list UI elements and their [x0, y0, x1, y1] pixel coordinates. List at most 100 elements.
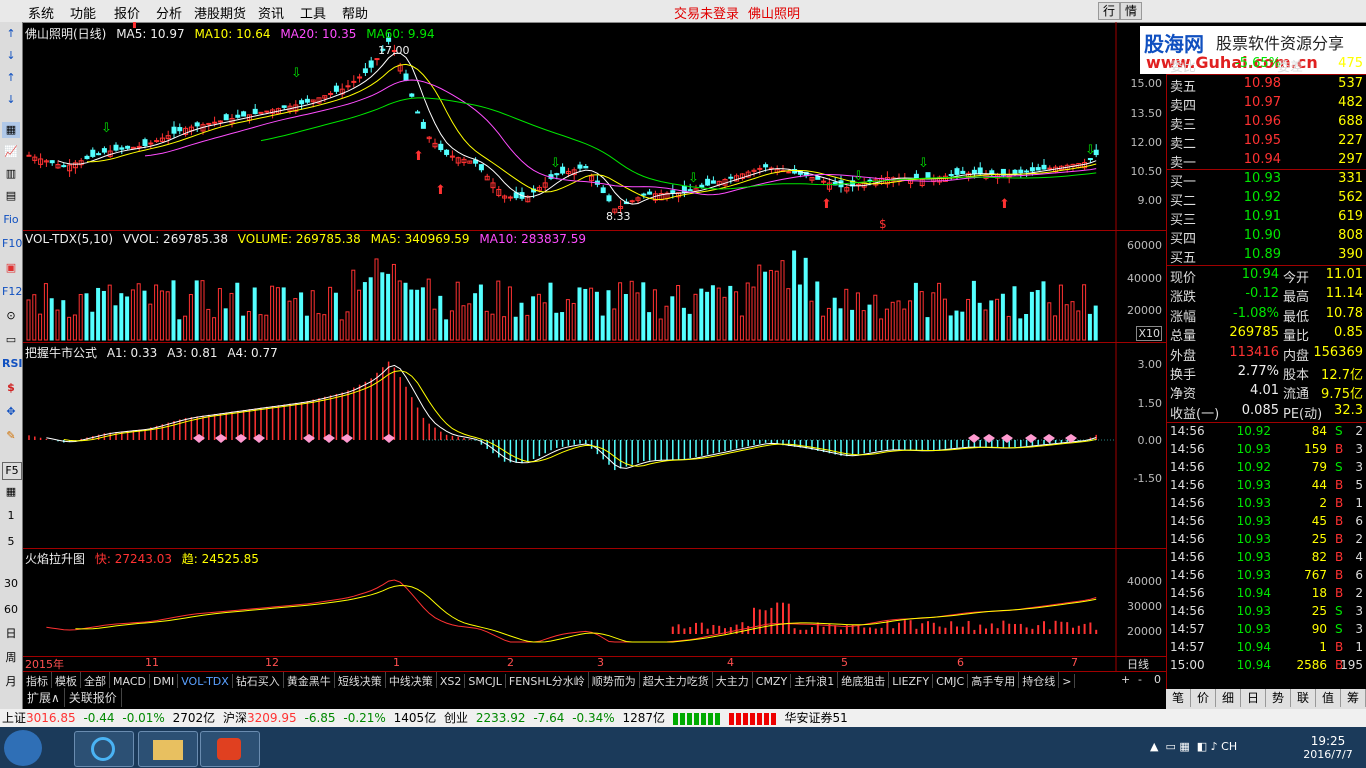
- tab-daily[interactable]: 日: [1241, 689, 1266, 707]
- pencil-icon[interactable]: ✎: [2, 428, 20, 444]
- rsi-icon[interactable]: RSI: [2, 356, 23, 372]
- volume-panel-title: VOL-TDX(5,10) VVOL: 269785.38 VOLUME: 26…: [25, 232, 592, 246]
- quote-button-2[interactable]: 情: [1120, 2, 1142, 20]
- sz-index-label[interactable]: 沪深: [223, 711, 247, 725]
- related-quote-button[interactable]: 关联报价: [65, 688, 122, 707]
- signal-arrow-icon: ⬆: [999, 197, 1010, 212]
- menu-news[interactable]: 资讯: [258, 3, 284, 22]
- zoom-in-icon[interactable]: +: [1118, 672, 1133, 687]
- stock-app-icon[interactable]: [200, 731, 260, 767]
- ask-row[interactable]: 卖二 10.95 227: [1167, 133, 1366, 152]
- bid-row[interactable]: 买五 10.89 390: [1167, 247, 1366, 266]
- diamond-signal-icon: [383, 434, 395, 443]
- page-down-icon[interactable]: ↓: [2, 92, 20, 108]
- tab-dmi[interactable]: DMI: [150, 674, 179, 689]
- fio-icon[interactable]: Fio: [2, 212, 20, 228]
- ask-row[interactable]: 卖三 10.96 688: [1167, 114, 1366, 133]
- tab-trades[interactable]: 笔: [1166, 689, 1191, 707]
- broker-name[interactable]: 华安证券51: [785, 711, 848, 725]
- tab-smcjl[interactable]: SMCJL: [465, 674, 506, 689]
- volume-bar: [490, 313, 495, 341]
- ma5-label: MA5: 10.97: [116, 27, 185, 41]
- tab-cmjc[interactable]: CMJC: [933, 674, 969, 689]
- tick-row: 14:56 10.92 84 S 2: [1167, 424, 1366, 442]
- volume-scale: 60000 40000 20000 X10: [1116, 230, 1166, 342]
- zoom-out-icon[interactable]: -: [1135, 672, 1145, 687]
- menu-quote[interactable]: 报价: [114, 3, 140, 22]
- ask-row[interactable]: 卖四 10.97 482: [1167, 95, 1366, 114]
- period-60-icon[interactable]: 60: [2, 602, 20, 618]
- menu-system[interactable]: 系统: [28, 3, 54, 22]
- tick-row: 15:00 10.94 2586 B 195: [1167, 658, 1366, 676]
- tab-trend[interactable]: 势: [1266, 689, 1291, 707]
- windows-start-icon[interactable]: [4, 730, 42, 766]
- page-up-icon[interactable]: ↑: [2, 70, 20, 86]
- taskbar-clock[interactable]: 19:25 2016/7/7: [1290, 731, 1366, 765]
- f10-icon[interactable]: F10: [2, 236, 22, 252]
- tick-volume: 90: [1311, 622, 1327, 636]
- period-5-icon[interactable]: 5: [2, 534, 20, 550]
- tab-cmzy[interactable]: CMZY: [753, 674, 792, 689]
- menu-hk-futures[interactable]: 港股期货: [194, 3, 246, 22]
- menu-analysis[interactable]: 分析: [156, 3, 182, 22]
- ie-icon[interactable]: [74, 731, 134, 767]
- menu-function[interactable]: 功能: [70, 3, 96, 22]
- window-icon[interactable]: ▭: [2, 332, 20, 348]
- quote-value: 0.85: [1334, 325, 1363, 341]
- period-week-icon[interactable]: 周: [2, 650, 20, 666]
- cy-index-label[interactable]: 创业: [444, 711, 468, 725]
- dollar-icon[interactable]: $: [2, 380, 20, 396]
- tab-linked[interactable]: 联: [1291, 689, 1316, 707]
- osc-a4-line: [63, 370, 1097, 467]
- tick-time: 14:57: [1170, 622, 1205, 636]
- tab-value[interactable]: 值: [1316, 689, 1341, 707]
- tab-macd[interactable]: MACD: [110, 674, 150, 689]
- chart-icon[interactable]: 📈: [2, 144, 20, 160]
- move-icon[interactable]: ✥: [2, 404, 20, 420]
- tick-side: B: [1335, 532, 1344, 546]
- tab-liezfy[interactable]: LIEZFY: [889, 674, 934, 689]
- bars-icon[interactable]: ▤: [2, 188, 20, 204]
- bid-row[interactable]: 买四 10.90 808: [1167, 228, 1366, 247]
- reset-icon[interactable]: 0: [1151, 672, 1164, 687]
- signal-arrow-icon: ⇩: [918, 156, 929, 171]
- f5-icon[interactable]: F5: [2, 462, 22, 480]
- menu-help[interactable]: 帮助: [342, 3, 368, 22]
- system-tray[interactable]: ▲ ▭ ▦ ◧ ♪ CH: [1150, 740, 1280, 756]
- period-label[interactable]: 日线: [1127, 656, 1149, 672]
- bid-row[interactable]: 买一 10.93 331: [1167, 171, 1366, 190]
- stats-icon[interactable]: ▣: [2, 260, 20, 276]
- candle: [420, 121, 426, 129]
- bid-row[interactable]: 买三 10.91 619: [1167, 209, 1366, 228]
- quote-button[interactable]: 行: [1098, 2, 1120, 20]
- period-1-icon[interactable]: 1: [2, 508, 20, 524]
- grid-icon[interactable]: ▦: [2, 122, 20, 138]
- tabs-scroll-right-icon[interactable]: >: [1059, 674, 1076, 689]
- f12-icon[interactable]: F12: [2, 284, 22, 300]
- chart-area[interactable]: ⇩ ⇩ ⇩ ⇩ ⇩ ⇩ ⇩ ⬆ ⬆ ⬆ ⬆ ⬆ $ 佛山照明(日线) MA5: 10.97 MA10: …: [23, 22, 1166, 684]
- candlestick-icon[interactable]: ▥: [2, 166, 20, 182]
- bid-row[interactable]: 买二 10.92 562: [1167, 190, 1366, 209]
- a3-label: A3: 0.81: [167, 346, 218, 360]
- multi-window-icon[interactable]: ▦: [2, 484, 20, 500]
- sh-index-label[interactable]: 上证: [2, 711, 26, 725]
- zoom-icon[interactable]: ⊙: [2, 308, 20, 324]
- tab-vol-tdx[interactable]: VOL-TDX: [178, 674, 233, 689]
- menu-tools[interactable]: 工具: [300, 3, 326, 22]
- expand-button[interactable]: 扩展∧: [23, 688, 65, 707]
- ask-row[interactable]: 卖五 10.98 537: [1167, 76, 1366, 95]
- tab-detail[interactable]: 细: [1216, 689, 1241, 707]
- period-day-icon[interactable]: 日: [2, 626, 20, 642]
- folder-icon[interactable]: [138, 731, 198, 767]
- period-30-icon[interactable]: 30: [2, 576, 20, 592]
- arrow-up-icon[interactable]: ↑: [2, 26, 20, 42]
- login-status[interactable]: 交易未登录: [674, 3, 739, 22]
- tab-chips[interactable]: 筹: [1341, 689, 1366, 707]
- x-axis-label: 5: [841, 656, 848, 669]
- tab-xs2[interactable]: XS2: [437, 674, 466, 689]
- period-month-icon[interactable]: 月: [2, 674, 20, 690]
- arrow-down-icon[interactable]: ↓: [2, 48, 20, 64]
- volume-bar: [67, 316, 72, 341]
- tab-price[interactable]: 价: [1191, 689, 1216, 707]
- candle: [345, 85, 351, 88]
